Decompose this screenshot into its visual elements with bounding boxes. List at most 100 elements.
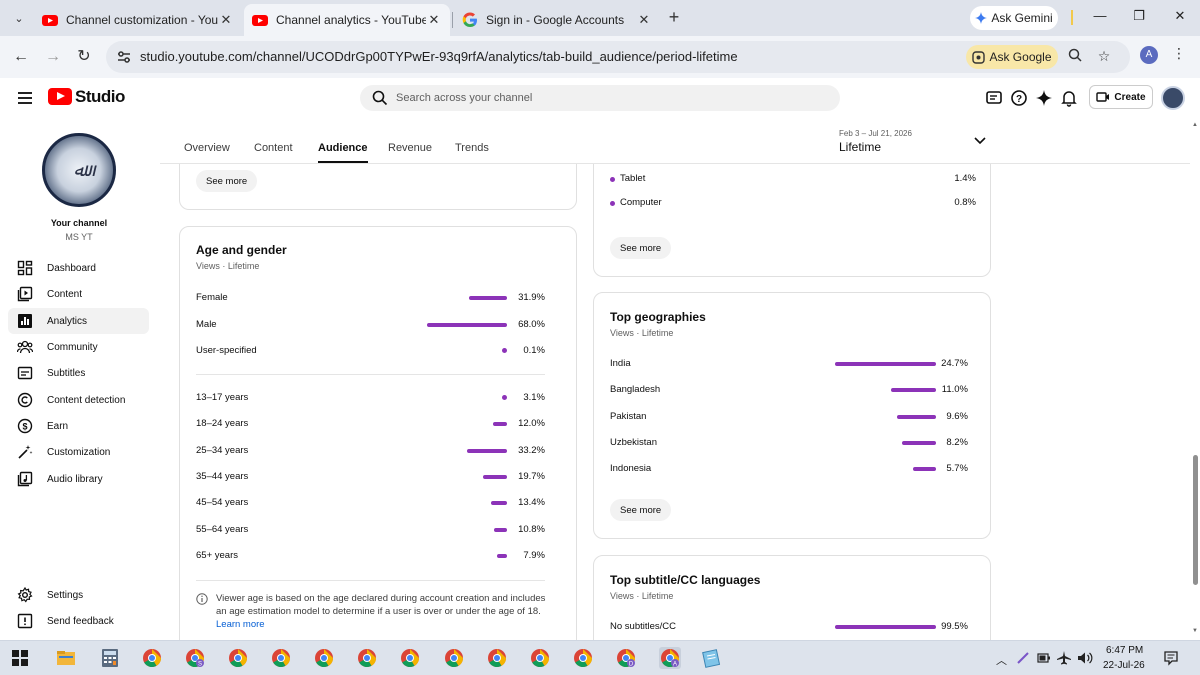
chrome-browser-icon[interactable] bbox=[443, 647, 465, 669]
browser-profile-avatar[interactable]: A bbox=[1140, 46, 1158, 64]
svg-text:D: D bbox=[629, 661, 634, 667]
browser-tab-channel-analytics[interactable]: Channel analytics - YouTube Studio ✕ bbox=[244, 4, 450, 36]
chrome-browser-icon[interactable] bbox=[227, 647, 249, 669]
close-tab-icon[interactable]: ✕ bbox=[218, 12, 234, 28]
gemini-spark-icon[interactable] bbox=[1034, 88, 1054, 108]
chrome-browser-icon[interactable] bbox=[572, 647, 594, 669]
taskbar-date[interactable]: 22-Jul-26 bbox=[1103, 660, 1145, 671]
period-selector-value[interactable]: Lifetime bbox=[839, 140, 881, 154]
browser-menu-icon[interactable]: ⋮ bbox=[1172, 45, 1186, 62]
sidebar-item-subtitles[interactable]: Subtitles bbox=[8, 360, 149, 386]
notifications-bell-icon[interactable] bbox=[1059, 88, 1079, 108]
sidebar-item-content-detection[interactable]: Content detection bbox=[8, 387, 149, 413]
list-item: Male 68.0% bbox=[196, 319, 556, 333]
menu-icon[interactable] bbox=[18, 92, 32, 104]
sidebar-item-send-feedback[interactable]: Send feedback bbox=[8, 608, 149, 634]
chrome-browser-icon[interactable] bbox=[141, 647, 163, 669]
volume-icon[interactable] bbox=[1077, 651, 1093, 665]
youtube-logo-icon[interactable] bbox=[48, 88, 72, 105]
bookmark-star-icon[interactable]: ☆ bbox=[1095, 48, 1113, 66]
site-settings-icon[interactable] bbox=[116, 49, 132, 65]
ask-google-button[interactable]: Ask Google bbox=[966, 45, 1058, 69]
chrome-browser-icon[interactable] bbox=[529, 647, 551, 669]
studio-logo-text[interactable]: Studio bbox=[75, 87, 125, 107]
search-input[interactable] bbox=[396, 89, 826, 107]
ask-gemini-button[interactable]: Ask Gemini bbox=[970, 6, 1058, 30]
sidebar-item-audio-library[interactable]: Audio library bbox=[8, 466, 149, 492]
see-more-button[interactable]: See more bbox=[196, 170, 258, 192]
learn-more-link[interactable]: Learn more bbox=[216, 619, 265, 630]
taskbar-time[interactable]: 6:47 PM bbox=[1106, 645, 1143, 656]
restore-window-button[interactable]: ❐ bbox=[1129, 8, 1149, 24]
sidebar-item-community[interactable]: Community bbox=[8, 334, 149, 360]
show-hidden-icons-icon[interactable]: ︿ bbox=[996, 652, 1007, 668]
new-tab-button[interactable]: + bbox=[664, 8, 684, 28]
chrome-browser-icon[interactable]: S bbox=[184, 647, 206, 669]
gender-label: Male bbox=[196, 318, 217, 330]
card-subtitle: Views · Lifetime bbox=[196, 261, 260, 271]
reload-button[interactable]: ↻ bbox=[73, 46, 95, 68]
channel-avatar[interactable]: ﷲ bbox=[42, 133, 116, 207]
minimize-window-button[interactable]: — bbox=[1090, 8, 1110, 23]
sidebar-item-analytics[interactable]: Analytics bbox=[8, 308, 149, 334]
percentage-value: 12.0% bbox=[518, 418, 545, 430]
tab-overview[interactable]: Overview bbox=[184, 142, 230, 154]
sidebar-item-content[interactable]: Content bbox=[8, 281, 149, 307]
period-date-range[interactable]: Feb 3 – Jul 21, 2026 bbox=[839, 129, 912, 138]
scroll-down-arrow-icon[interactable]: ▼ bbox=[1192, 628, 1198, 634]
calculator-icon[interactable] bbox=[99, 647, 121, 669]
chrome-browser-icon[interactable] bbox=[356, 647, 378, 669]
chrome-browser-icon[interactable] bbox=[270, 647, 292, 669]
notepad-icon[interactable] bbox=[700, 647, 722, 669]
windows-start-icon[interactable] bbox=[12, 650, 28, 666]
battery-icon[interactable] bbox=[1037, 652, 1051, 664]
percentage-value: 19.7% bbox=[518, 470, 545, 482]
tab-search-chevron-icon[interactable]: ⌄ bbox=[8, 7, 30, 29]
scroll-up-arrow-icon[interactable]: ▲ bbox=[1192, 122, 1198, 128]
chrome-browser-icon[interactable]: A bbox=[659, 647, 681, 669]
sidebar-item-settings[interactable]: Settings bbox=[8, 582, 149, 608]
file-explorer-icon[interactable] bbox=[55, 647, 77, 669]
tab-revenue[interactable]: Revenue bbox=[388, 142, 432, 154]
close-tab-icon[interactable]: ✕ bbox=[636, 12, 652, 28]
url-text[interactable]: studio.youtube.com/channel/UCODdrGp00TYP… bbox=[140, 49, 738, 64]
chevron-down-icon[interactable] bbox=[974, 136, 986, 146]
back-button[interactable]: ← bbox=[10, 46, 32, 68]
chrome-browser-icon[interactable] bbox=[399, 647, 421, 669]
account-avatar[interactable] bbox=[1161, 86, 1185, 110]
forward-button[interactable]: → bbox=[42, 46, 64, 68]
google-favicon-icon bbox=[462, 12, 477, 27]
see-more-button[interactable]: See more bbox=[610, 237, 672, 259]
sidebar-item-earn[interactable]: $ Earn bbox=[8, 413, 149, 439]
zoom-icon[interactable] bbox=[1066, 48, 1084, 66]
card-subtitle: Views · Lifetime bbox=[610, 328, 674, 338]
airplane-mode-icon[interactable] bbox=[1056, 650, 1072, 666]
sidebar-item-customization[interactable]: Customization bbox=[8, 439, 149, 465]
browser-tab-google-sign-in[interactable]: Sign in - Google Accounts ✕ bbox=[454, 4, 660, 36]
tab-trends[interactable]: Trends bbox=[455, 142, 489, 154]
pen-icon[interactable] bbox=[1015, 650, 1031, 666]
divider bbox=[196, 580, 545, 581]
page-scrollbar[interactable]: ▲ ▼ bbox=[1190, 120, 1200, 640]
channel-search[interactable] bbox=[360, 85, 840, 111]
tab-audience[interactable]: Audience bbox=[318, 142, 368, 163]
close-window-button[interactable]: ✕ bbox=[1170, 8, 1190, 24]
create-button[interactable]: Create bbox=[1089, 85, 1153, 109]
scrollbar-thumb[interactable] bbox=[1193, 455, 1198, 585]
messages-icon[interactable] bbox=[984, 88, 1004, 108]
tab-content[interactable]: Content bbox=[254, 142, 293, 154]
chrome-browser-icon[interactable] bbox=[313, 647, 335, 669]
chrome-browser-icon[interactable]: D bbox=[615, 647, 637, 669]
close-tab-icon[interactable]: ✕ bbox=[426, 12, 442, 28]
dollar-icon: $ bbox=[17, 418, 33, 434]
analytics-main: Overview Content Audience Revenue Trends… bbox=[160, 120, 1190, 640]
community-icon bbox=[17, 340, 33, 354]
browser-tab-channel-customization[interactable]: Channel customization - YouTube Studio ✕ bbox=[34, 4, 242, 36]
notification-center-icon[interactable] bbox=[1163, 650, 1179, 666]
address-bar[interactable]: studio.youtube.com/channel/UCODdrGp00TYP… bbox=[106, 41, 1130, 73]
see-more-button[interactable]: See more bbox=[610, 499, 672, 521]
chrome-browser-icon[interactable] bbox=[486, 647, 508, 669]
list-item: 35–44 years 19.7% bbox=[196, 471, 556, 485]
sidebar-item-dashboard[interactable]: Dashboard bbox=[8, 255, 149, 281]
help-icon[interactable]: ? bbox=[1009, 88, 1029, 108]
